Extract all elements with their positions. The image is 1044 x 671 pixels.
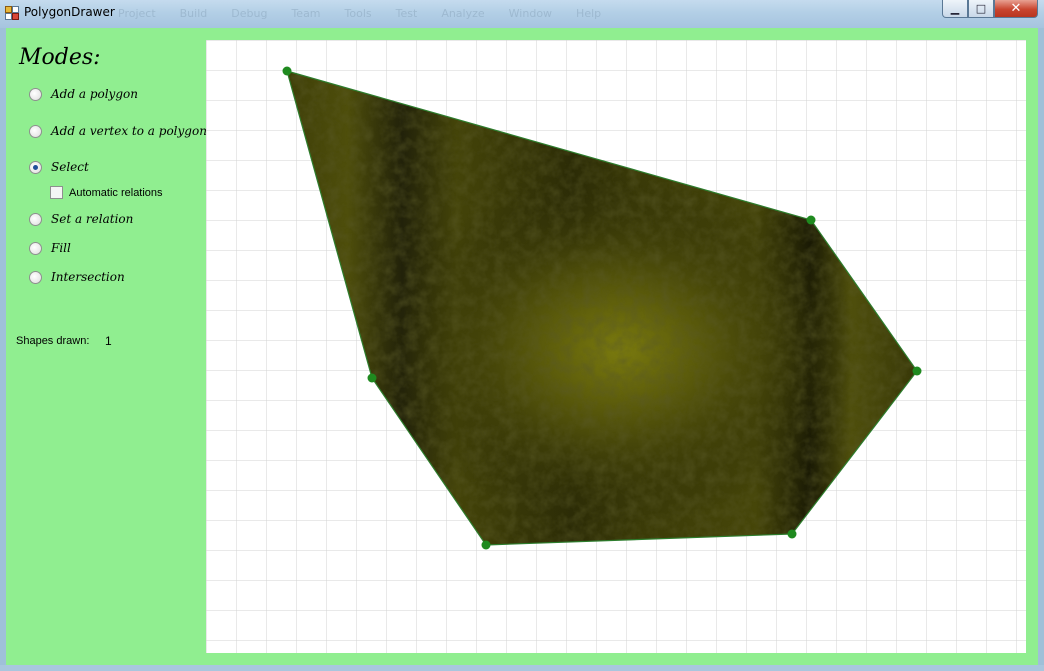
mode-select[interactable]: Select — [29, 158, 89, 176]
radio-button[interactable] — [29, 212, 42, 226]
maximize-button[interactable]: □ — [968, 0, 994, 18]
checkbox-label: Automatic relations — [69, 186, 163, 199]
checkbox[interactable] — [50, 186, 63, 199]
ghost-menu-item: Test — [395, 7, 418, 20]
ghost-menu-item: Analyze — [441, 7, 485, 20]
mode-label: Set a relation — [51, 212, 134, 226]
ghost-menu-item: Help — [576, 7, 602, 20]
radio-button-checked[interactable] — [29, 160, 42, 174]
mode-fill[interactable]: Fill — [29, 239, 71, 257]
mode-label: Select — [51, 160, 89, 174]
mode-label: Add a polygon — [51, 87, 138, 101]
polygon-vertex[interactable] — [912, 366, 922, 376]
title-bar: PolygonDrawer Project Build Debug Team T… — [0, 0, 1044, 28]
modes-title: Modes: — [19, 45, 101, 70]
mode-label: Fill — [51, 241, 71, 255]
mode-add-vertex[interactable]: Add a vertex to a polygon — [29, 122, 207, 140]
ghost-menu-item: Build — [179, 7, 208, 20]
ghost-menu-item: Project — [118, 7, 156, 20]
polygon-vertex[interactable] — [481, 540, 491, 550]
polygon-vertex[interactable] — [806, 215, 816, 225]
mode-add-polygon[interactable]: Add a polygon — [29, 85, 138, 103]
mode-label: Add a vertex to a polygon — [51, 124, 207, 138]
radio-button[interactable] — [29, 87, 42, 101]
window-controls: ▁ □ ✕ — [942, 0, 1038, 19]
window-bottom-border — [0, 665, 1044, 671]
radio-button[interactable] — [29, 124, 42, 138]
polygon-vertex[interactable] — [282, 66, 292, 76]
shapes-drawn-label: Shapes drawn: — [16, 335, 90, 347]
radio-button[interactable] — [29, 241, 42, 255]
ghost-menu-item: Debug — [231, 7, 268, 20]
ghost-menu-item: Team — [291, 7, 321, 20]
mode-intersection[interactable]: Intersection — [29, 268, 125, 286]
canvas-svg[interactable] — [206, 40, 1026, 653]
radio-button[interactable] — [29, 270, 42, 284]
mode-set-relation[interactable]: Set a relation — [29, 210, 133, 228]
mode-label: Intersection — [51, 270, 125, 284]
minimize-button[interactable]: ▁ — [942, 0, 968, 18]
automatic-relations-checkbox[interactable]: Automatic relations — [50, 186, 163, 199]
ghost-menu-bar: Project Build Debug Team Tools Test Anal… — [118, 7, 601, 20]
client-area: Modes: Add a polygon Add a vertex to a p… — [6, 28, 1038, 665]
shapes-drawn-count: 1 — [105, 334, 112, 348]
close-button[interactable]: ✕ — [994, 0, 1038, 18]
ghost-menu-item: Tools — [344, 7, 372, 20]
polygon-vertex[interactable] — [787, 529, 797, 539]
ghost-menu-item: Window — [508, 7, 553, 20]
app-icon — [5, 6, 19, 20]
drawing-canvas[interactable] — [206, 40, 1026, 653]
polygon-vertex[interactable] — [367, 373, 377, 383]
window-title: PolygonDrawer — [24, 5, 115, 19]
